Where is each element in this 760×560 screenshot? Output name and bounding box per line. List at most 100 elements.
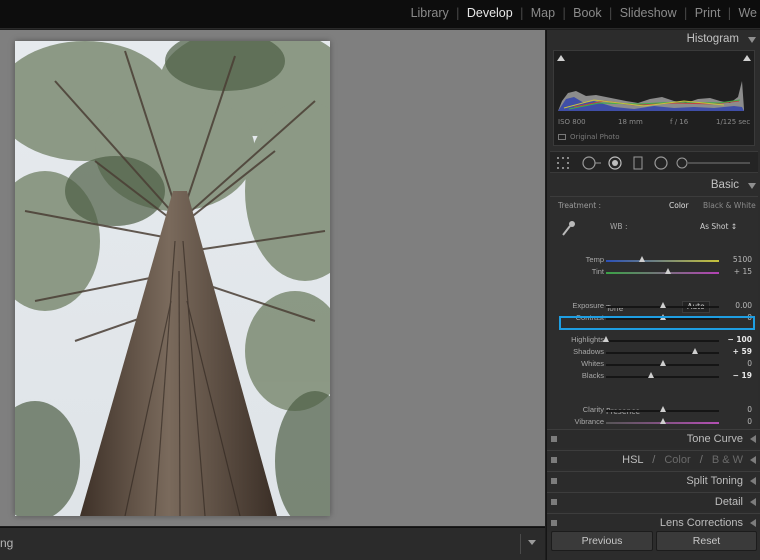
tone-curve-title: Tone Curve — [686, 433, 743, 445]
treatment-bw-option[interactable]: Black & White — [703, 201, 756, 210]
bottom-toolbar: ng — [0, 527, 545, 560]
blacks-value[interactable]: − 19 — [733, 371, 752, 380]
tone-curve-header[interactable]: Tone Curve — [547, 429, 760, 448]
detail-title: Detail — [714, 496, 743, 508]
vibrance-label: Vibrance — [574, 417, 604, 426]
develop-right-panel: Histogram ISO 800 18 mm f / 16 1/125 sec… — [546, 30, 760, 560]
blacks-slider-handle[interactable] — [648, 372, 655, 378]
hsl-title: HSL / Color / B & W — [622, 454, 743, 466]
clarity-value[interactable]: 0 — [747, 405, 752, 414]
highlights-value[interactable]: − 100 — [727, 335, 752, 344]
highlights-slider[interactable] — [606, 340, 719, 342]
exposure-slider-handle[interactable] — [659, 302, 666, 308]
blacks-label: Blacks — [581, 371, 604, 380]
panel-switch-icon[interactable] — [551, 478, 557, 484]
shadows-value[interactable]: + 59 — [733, 347, 752, 356]
histogram-display[interactable]: ISO 800 18 mm f / 16 1/125 sec Original … — [553, 50, 755, 146]
panel-switch-icon[interactable] — [551, 499, 557, 505]
module-print[interactable]: Print — [688, 6, 728, 20]
module-slideshow[interactable]: Slideshow — [613, 6, 684, 20]
module-develop[interactable]: Develop — [460, 6, 520, 20]
clarity-label: Clarity — [582, 405, 604, 414]
shadows-slider-handle[interactable] — [692, 348, 699, 354]
tint-slider-handle[interactable] — [665, 268, 672, 274]
panel-switch-icon[interactable] — [551, 457, 557, 463]
toolbar-menu-icon[interactable] — [528, 540, 536, 545]
histogram-graph — [558, 81, 744, 111]
treatment-label: Treatment : — [558, 201, 602, 210]
color-tab[interactable]: Color — [664, 454, 690, 466]
histogram-header[interactable]: Histogram — [547, 30, 760, 50]
vibrance-slider-handle[interactable] — [659, 418, 666, 424]
histogram-title: Histogram — [686, 33, 739, 45]
reset-button[interactable]: Reset — [656, 531, 757, 551]
basic-title: Basic — [710, 179, 739, 191]
blacks-slider[interactable] — [606, 376, 719, 378]
adjustment-brush-icon[interactable] — [676, 156, 752, 170]
bw-tab[interactable]: B & W — [712, 454, 743, 466]
exposure-value[interactable]: 0.00 — [735, 301, 752, 310]
lens-corrections-title: Lens Corrections — [659, 517, 743, 529]
highlights-slider-handle[interactable] — [603, 336, 609, 342]
temp-slider-handle[interactable] — [639, 256, 646, 262]
temp-label: Temp — [585, 255, 604, 264]
vibrance-value[interactable]: 0 — [747, 417, 752, 426]
shadows-label: Shadows — [573, 347, 604, 356]
basic-header[interactable]: Basic — [547, 176, 760, 196]
whites-label: Whites — [581, 359, 604, 368]
exif-iso: ISO 800 — [558, 118, 586, 126]
lens-corrections-header[interactable]: Lens Corrections — [547, 513, 760, 532]
crop-overlay-icon[interactable] — [556, 156, 572, 170]
panel-switch-icon[interactable] — [551, 436, 557, 442]
photo-preview[interactable] — [15, 41, 330, 516]
original-photo-label: Original Photo — [570, 133, 620, 141]
module-picker: Library | Develop | Map | Book | Slidesh… — [404, 6, 760, 20]
original-photo-toggle[interactable]: Original Photo — [558, 133, 620, 141]
temp-value[interactable]: 5100 — [733, 255, 752, 264]
checkbox-icon[interactable] — [558, 134, 566, 140]
wb-label: WB : — [610, 222, 628, 231]
detail-header[interactable]: Detail — [547, 492, 760, 511]
panel-switch-icon[interactable] — [551, 520, 557, 526]
photo-canvas[interactable] — [0, 30, 545, 526]
split-toning-header[interactable]: Split Toning — [547, 471, 760, 490]
whites-slider-handle[interactable] — [659, 360, 666, 366]
spot-removal-icon[interactable] — [582, 156, 602, 170]
tint-value[interactable]: + 15 — [734, 267, 752, 276]
wb-dropdown[interactable]: As Shot ↕ — [700, 222, 737, 231]
collapse-triangle-icon[interactable] — [748, 37, 756, 43]
tree-photo-image — [15, 41, 330, 516]
expand-triangle-icon[interactable] — [750, 498, 756, 506]
graduated-filter-icon[interactable] — [632, 156, 644, 170]
hsl-header[interactable]: HSL / Color / B & W — [547, 450, 760, 469]
highlights-label: Highlights — [571, 335, 604, 344]
module-bar: Library | Develop | Map | Book | Slidesh… — [0, 0, 760, 29]
temp-slider[interactable] — [606, 260, 719, 262]
shadows-slider[interactable] — [606, 352, 719, 354]
module-library[interactable]: Library — [404, 6, 456, 20]
expand-triangle-icon[interactable] — [750, 435, 756, 443]
exif-shutter: 1/125 sec — [716, 118, 751, 126]
expand-triangle-icon[interactable] — [750, 477, 756, 485]
expand-triangle-icon[interactable] — [750, 456, 756, 464]
hsl-tab[interactable]: HSL — [622, 454, 643, 466]
radial-filter-icon[interactable] — [654, 156, 670, 170]
white-balance-eyedropper-icon[interactable] — [560, 219, 576, 237]
module-map[interactable]: Map — [524, 6, 562, 20]
module-web[interactable]: We — [731, 6, 760, 20]
exif-aperture: f / 16 — [670, 118, 689, 126]
red-eye-icon[interactable] — [608, 156, 624, 170]
expand-triangle-icon[interactable] — [750, 519, 756, 527]
exposure-label: Exposure — [572, 301, 604, 310]
tint-label: Tint — [591, 267, 604, 276]
module-book[interactable]: Book — [566, 6, 609, 20]
toolbar-text: ng — [0, 536, 14, 550]
collapse-triangle-icon[interactable] — [748, 183, 756, 189]
split-toning-title: Split Toning — [686, 475, 743, 487]
previous-button[interactable]: Previous — [551, 531, 653, 551]
tint-slider[interactable] — [606, 272, 719, 274]
highlights-highlight-box — [559, 316, 755, 330]
whites-value[interactable]: 0 — [747, 359, 752, 368]
treatment-color-option[interactable]: Color — [669, 201, 689, 210]
clarity-slider-handle[interactable] — [659, 406, 666, 412]
